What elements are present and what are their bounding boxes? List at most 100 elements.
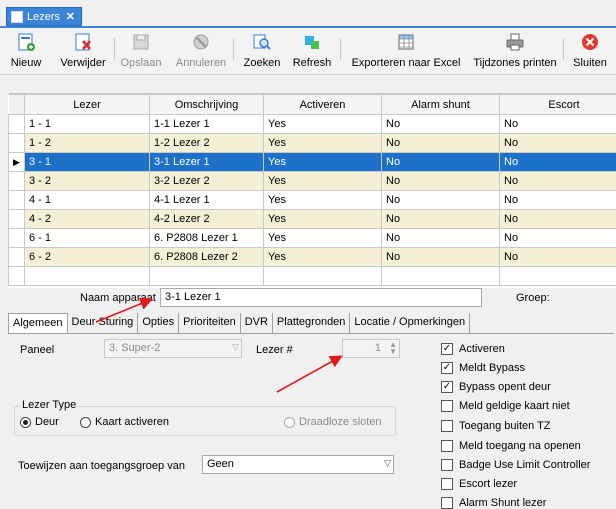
cell-alarm-shunt[interactable] — [382, 267, 500, 286]
row-selector[interactable] — [9, 248, 25, 267]
table-row-selected[interactable]: ▶ 3 - 1 3-1 Lezer 1 Yes No No — [9, 153, 616, 172]
cell-activeren[interactable]: Yes — [264, 172, 382, 191]
tab-opties[interactable]: Opties — [138, 313, 179, 333]
checkbox-bypass-opent-deur[interactable]: ✓Bypass opent deur — [441, 381, 551, 393]
print-timezones-button[interactable]: Tijdzones printen — [470, 30, 560, 72]
cell-lezer[interactable]: 1 - 1 — [25, 115, 150, 134]
cell-alarm-shunt[interactable]: No — [382, 172, 500, 191]
tab-plattegronden[interactable]: Plattegronden — [273, 313, 351, 333]
row-selector[interactable] — [9, 134, 25, 153]
cell-escort[interactable] — [500, 267, 616, 286]
cell-activeren[interactable]: Yes — [264, 229, 382, 248]
cell-omschrijving[interactable]: 6. P2808 Lezer 2 — [150, 248, 264, 267]
row-selector[interactable] — [9, 229, 25, 248]
search-button[interactable]: Zoeken — [240, 30, 284, 72]
cell-alarm-shunt[interactable]: No — [382, 153, 500, 172]
cell-lezer[interactable]: 3 - 1 — [25, 153, 150, 172]
cell-activeren[interactable]: Yes — [264, 153, 382, 172]
tab-algemeen[interactable]: Algemeen — [8, 313, 68, 333]
cell-escort[interactable]: No — [500, 172, 616, 191]
cell-escort[interactable]: No — [500, 115, 616, 134]
table-row[interactable]: 6 - 2 6. P2808 Lezer 2 Yes No No — [9, 248, 616, 267]
row-selector[interactable] — [9, 115, 25, 134]
row-selector[interactable] — [9, 210, 25, 229]
radio-draadloze-sloten[interactable]: Draadloze sloten — [284, 416, 382, 428]
cell-lezer[interactable]: 4 - 2 — [25, 210, 150, 229]
spin-arrows-icon[interactable]: ▲▼ — [389, 341, 397, 355]
cell-lezer[interactable]: 1 - 2 — [25, 134, 150, 153]
table-row[interactable]: 3 - 2 3-2 Lezer 2 Yes No No — [9, 172, 616, 191]
cell-escort[interactable]: No — [500, 191, 616, 210]
cell-lezer[interactable]: 4 - 1 — [25, 191, 150, 210]
column-header-escort[interactable]: Escort — [500, 95, 616, 115]
current-row-indicator[interactable]: ▶ — [9, 153, 25, 172]
reader-number-stepper[interactable]: 1 ▲▼ — [342, 339, 400, 358]
column-header-alarm-shunt[interactable]: Alarm shunt — [382, 95, 500, 115]
radio-deur[interactable]: Deur — [20, 416, 59, 428]
table-row-partial[interactable] — [9, 267, 616, 286]
table-row[interactable]: 1 - 2 1-2 Lezer 2 Yes No No — [9, 134, 616, 153]
cell-escort[interactable]: No — [500, 229, 616, 248]
panel-select[interactable]: 3. Super-2 ▽ — [104, 339, 242, 358]
row-selector[interactable] — [9, 267, 25, 286]
row-selector[interactable] — [9, 172, 25, 191]
delete-button[interactable]: Verwijder — [54, 30, 112, 72]
new-button[interactable]: Nieuw — [8, 30, 44, 72]
cell-omschrijving[interactable]: 3-2 Lezer 2 — [150, 172, 264, 191]
column-header-omschrijving[interactable]: Omschrijving — [150, 95, 264, 115]
cell-omschrijving[interactable] — [150, 267, 264, 286]
checkbox-meldt-bypass[interactable]: ✓Meldt Bypass — [441, 362, 525, 374]
cell-lezer[interactable] — [25, 267, 150, 286]
tab-deur-sturing[interactable]: Deur Sturing — [68, 313, 139, 333]
cell-omschrijving[interactable]: 1-1 Lezer 1 — [150, 115, 264, 134]
table-row[interactable]: 4 - 1 4-1 Lezer 1 Yes No No — [9, 191, 616, 210]
cell-alarm-shunt[interactable]: No — [382, 229, 500, 248]
checkbox-meld-toegang-na-openen[interactable]: Meld toegang na openen — [441, 440, 581, 452]
cell-escort[interactable]: No — [500, 153, 616, 172]
close-tab-icon[interactable]: ✕ — [66, 10, 75, 23]
table-row[interactable]: 6 - 1 6. P2808 Lezer 1 Yes No No — [9, 229, 616, 248]
cell-omschrijving[interactable]: 6. P2808 Lezer 1 — [150, 229, 264, 248]
cell-activeren[interactable]: Yes — [264, 134, 382, 153]
save-button[interactable]: Opslaan — [118, 30, 164, 72]
cell-omschrijving[interactable]: 4-2 Lezer 2 — [150, 210, 264, 229]
column-header-activeren[interactable]: Activeren — [264, 95, 382, 115]
tab-locatie-opmerkingen[interactable]: Locatie / Opmerkingen — [350, 313, 470, 333]
cell-alarm-shunt[interactable]: No — [382, 115, 500, 134]
cell-alarm-shunt[interactable]: No — [382, 210, 500, 229]
column-header-lezer[interactable]: Lezer — [25, 95, 150, 115]
device-name-input[interactable]: 3-1 Lezer 1 — [160, 288, 482, 307]
tab-lezers[interactable]: Lezers ✕ — [6, 7, 82, 26]
checkbox-badge-use-limit[interactable]: Badge Use Limit Controller — [441, 459, 590, 471]
cell-escort[interactable]: No — [500, 248, 616, 267]
cell-escort[interactable]: No — [500, 134, 616, 153]
tab-dvr[interactable]: DVR — [241, 313, 273, 333]
cell-alarm-shunt[interactable]: No — [382, 134, 500, 153]
cell-activeren[interactable] — [264, 267, 382, 286]
checkbox-escort-lezer[interactable]: Escort lezer — [441, 478, 517, 490]
cell-lezer[interactable]: 6 - 2 — [25, 248, 150, 267]
cell-omschrijving[interactable]: 3-1 Lezer 1 — [150, 153, 264, 172]
cell-omschrijving[interactable]: 1-2 Lezer 2 — [150, 134, 264, 153]
checkbox-activeren[interactable]: ✓Activeren — [441, 343, 505, 355]
refresh-button[interactable]: Refresh — [290, 30, 334, 72]
cancel-button[interactable]: Annuleren — [172, 30, 230, 72]
cell-escort[interactable]: No — [500, 210, 616, 229]
checkbox-toegang-buiten-tz[interactable]: Toegang buiten TZ — [441, 420, 551, 432]
close-button[interactable]: Sluiten — [568, 30, 612, 72]
cell-activeren[interactable]: Yes — [264, 248, 382, 267]
table-row[interactable]: 4 - 2 4-2 Lezer 2 Yes No No — [9, 210, 616, 229]
tab-prioriteiten[interactable]: Prioriteiten — [179, 313, 241, 333]
row-selector[interactable] — [9, 191, 25, 210]
checkbox-meld-geldige-kaart[interactable]: Meld geldige kaart niet — [441, 400, 570, 412]
cell-alarm-shunt[interactable]: No — [382, 248, 500, 267]
assign-group-select[interactable]: Geen ▽ — [202, 455, 394, 474]
cell-omschrijving[interactable]: 4-1 Lezer 1 — [150, 191, 264, 210]
cell-activeren[interactable]: Yes — [264, 210, 382, 229]
radio-kaart-activeren[interactable]: Kaart activeren — [80, 416, 169, 428]
cell-alarm-shunt[interactable]: No — [382, 191, 500, 210]
cell-lezer[interactable]: 3 - 2 — [25, 172, 150, 191]
cell-lezer[interactable]: 6 - 1 — [25, 229, 150, 248]
cell-activeren[interactable]: Yes — [264, 191, 382, 210]
checkbox-alarm-shunt-lezer[interactable]: Alarm Shunt lezer — [441, 497, 546, 509]
